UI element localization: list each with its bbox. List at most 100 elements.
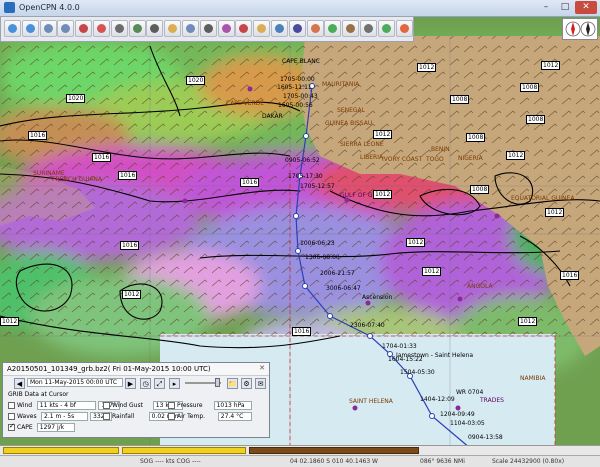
current-button[interactable] (128, 20, 146, 37)
grib-field-label: CAPE (17, 424, 33, 431)
waypoint-label[interactable]: 1204-09:49 (440, 411, 475, 418)
color-scheme-icon (257, 24, 267, 33)
waypoint-label[interactable]: 1604-15:22 (388, 356, 423, 363)
grib-field-label: Wind (17, 402, 33, 409)
zoom-out-button[interactable] (21, 20, 39, 37)
grib-button[interactable] (306, 20, 324, 37)
route-button[interactable] (75, 20, 93, 37)
status-bearing: 086° 9636 NMi (420, 458, 465, 465)
isobar-label: 1012 (541, 61, 561, 70)
waypoint-label[interactable]: 2006-21:57 (320, 270, 355, 277)
minimize-button[interactable]: – (537, 1, 555, 14)
waypoint-label[interactable]: 1006-06:23 (300, 240, 335, 247)
auto-follow-button[interactable] (93, 20, 110, 37)
grib-waves-checkbox[interactable] (8, 413, 15, 420)
isobar-label: 1012 (406, 238, 426, 247)
print-button[interactable] (199, 20, 217, 37)
isobar-label: 1008 (526, 115, 546, 124)
route-icon (79, 24, 89, 33)
grib-close-button[interactable]: ✕ (257, 364, 267, 373)
grib-request-icon[interactable]: ✉ (255, 378, 266, 389)
isobar-label: 1008 (450, 95, 470, 104)
waypoint-label[interactable]: 1705-12:57 (300, 183, 335, 190)
isobar-label: 1008 (470, 185, 490, 194)
grib-air-temp-checkbox[interactable] (168, 413, 175, 420)
grib-wind-gust-checkbox[interactable] (103, 402, 110, 409)
label-benin: BENIN (431, 146, 450, 153)
place-dakar: DAKAR (262, 113, 283, 120)
waypoint-label[interactable]: 1104-03:05 (450, 420, 485, 427)
close-button[interactable]: ✕ (575, 1, 597, 14)
logbook-button[interactable] (342, 20, 360, 37)
waypoint-label[interactable]: WR 0704 (456, 389, 483, 396)
grib-field-label: Waves (17, 413, 37, 420)
compass-widget[interactable] (562, 18, 598, 40)
waypoint-label[interactable]: 1404-12:09 (420, 396, 455, 403)
waypoint-label[interactable]: 1705-00:43 (283, 93, 318, 100)
grib-field-value: 2.1 m - 5s (41, 412, 88, 421)
text-button[interactable] (146, 20, 164, 37)
status-scale: Scale 24432900 (0.80x) (492, 458, 565, 465)
isobar-label: 1012 (417, 63, 437, 72)
waypoint-label[interactable]: 1306-08:00 (305, 254, 340, 261)
grib-settings-icon[interactable]: ⚙ (241, 378, 252, 389)
grib-dialog-header[interactable]: A20150501_101349_grb.bz2( Fri 01-May-201… (3, 363, 269, 376)
scale-out-button[interactable] (57, 20, 75, 37)
download-button[interactable] (377, 20, 395, 37)
waypoint-label[interactable]: 1605-00:56 (278, 102, 313, 109)
waypoint-label[interactable]: 0905-06:52 (285, 157, 320, 164)
grib-wind-checkbox[interactable] (8, 402, 15, 409)
grib-play-icon[interactable]: ▸ (169, 378, 180, 389)
isobar-label: 1012 (506, 151, 526, 160)
place-cape-blanc: CAPE BLANC (282, 58, 320, 65)
grib-cape-checkbox[interactable] (8, 422, 15, 431)
isobar-label: 1012 (0, 317, 20, 326)
piano-key-chart[interactable] (249, 447, 419, 454)
grib-open-file-icon[interactable]: 📁 (227, 378, 238, 389)
grib-now-icon[interactable]: ◷ (140, 378, 151, 389)
ais-button[interactable] (288, 20, 306, 37)
waypoint-label[interactable]: 0904-13:58 (468, 434, 503, 441)
grib-rainfall-checkbox[interactable] (103, 413, 110, 420)
waypoint-label[interactable]: 1705-00:00 (280, 76, 315, 83)
grib-timestamp-select[interactable]: Mon 11-May-2015 00:00 UTC (27, 378, 123, 387)
grib-field-label: Wind Gust (112, 402, 143, 409)
waypoint-label[interactable]: 2306-07:40 (350, 322, 385, 329)
grib-field-label: Pressure (177, 402, 203, 409)
waypoint-label[interactable]: 3006-06:47 (326, 285, 361, 292)
waypoint-label[interactable]: 1504-05:30 (400, 369, 435, 376)
scale-in-button[interactable] (39, 20, 57, 37)
show-charts-button[interactable] (164, 20, 182, 37)
isobar-label: 1020 (66, 94, 86, 103)
waypoint-label[interactable]: 1705-17:30 (288, 173, 323, 180)
label-saint-helena: SAINT HELENA (349, 398, 393, 405)
track-button[interactable] (235, 20, 253, 37)
color-scheme-button[interactable] (253, 20, 271, 37)
piano-key-chart[interactable] (3, 447, 119, 454)
quilting-button[interactable] (182, 20, 199, 37)
grib-next-button[interactable]: ▶ (125, 378, 136, 389)
grib-prev-button[interactable]: ◀ (14, 378, 25, 389)
grib-slider-thumb[interactable] (215, 378, 220, 387)
dashboard-button[interactable] (360, 20, 377, 37)
tide-button[interactable] (271, 20, 288, 37)
route-manager-button[interactable] (217, 20, 235, 37)
label-ivory-coast: IVORY COAST (382, 156, 423, 163)
settings-button[interactable] (110, 20, 128, 37)
piano-key-chart[interactable] (122, 447, 246, 454)
zoom-out-icon (25, 24, 35, 33)
track-icon (239, 24, 249, 33)
mob-button[interactable] (395, 20, 413, 37)
grib-zoom-icon[interactable]: ⤢ (154, 378, 165, 389)
maximize-button[interactable]: □ (556, 1, 574, 14)
download-icon (381, 24, 391, 33)
zoom-in-button[interactable] (4, 20, 21, 37)
print-icon (203, 24, 213, 33)
waypoint-label[interactable]: 1605-11:11 (277, 84, 312, 91)
grib-pressure-checkbox[interactable] (168, 402, 175, 409)
status-bar: SOG ---- kts COG ---- 04 02.1860 S 010 4… (0, 455, 600, 467)
weather-fax-button[interactable] (324, 20, 342, 37)
title-bar: OpenCPN 4.0.0 – □ ✕ (0, 0, 600, 17)
grib-dialog: A20150501_101349_grb.bz2( Fri 01-May-201… (2, 362, 270, 438)
waypoint-label[interactable]: 1704-01:33 (382, 343, 417, 350)
